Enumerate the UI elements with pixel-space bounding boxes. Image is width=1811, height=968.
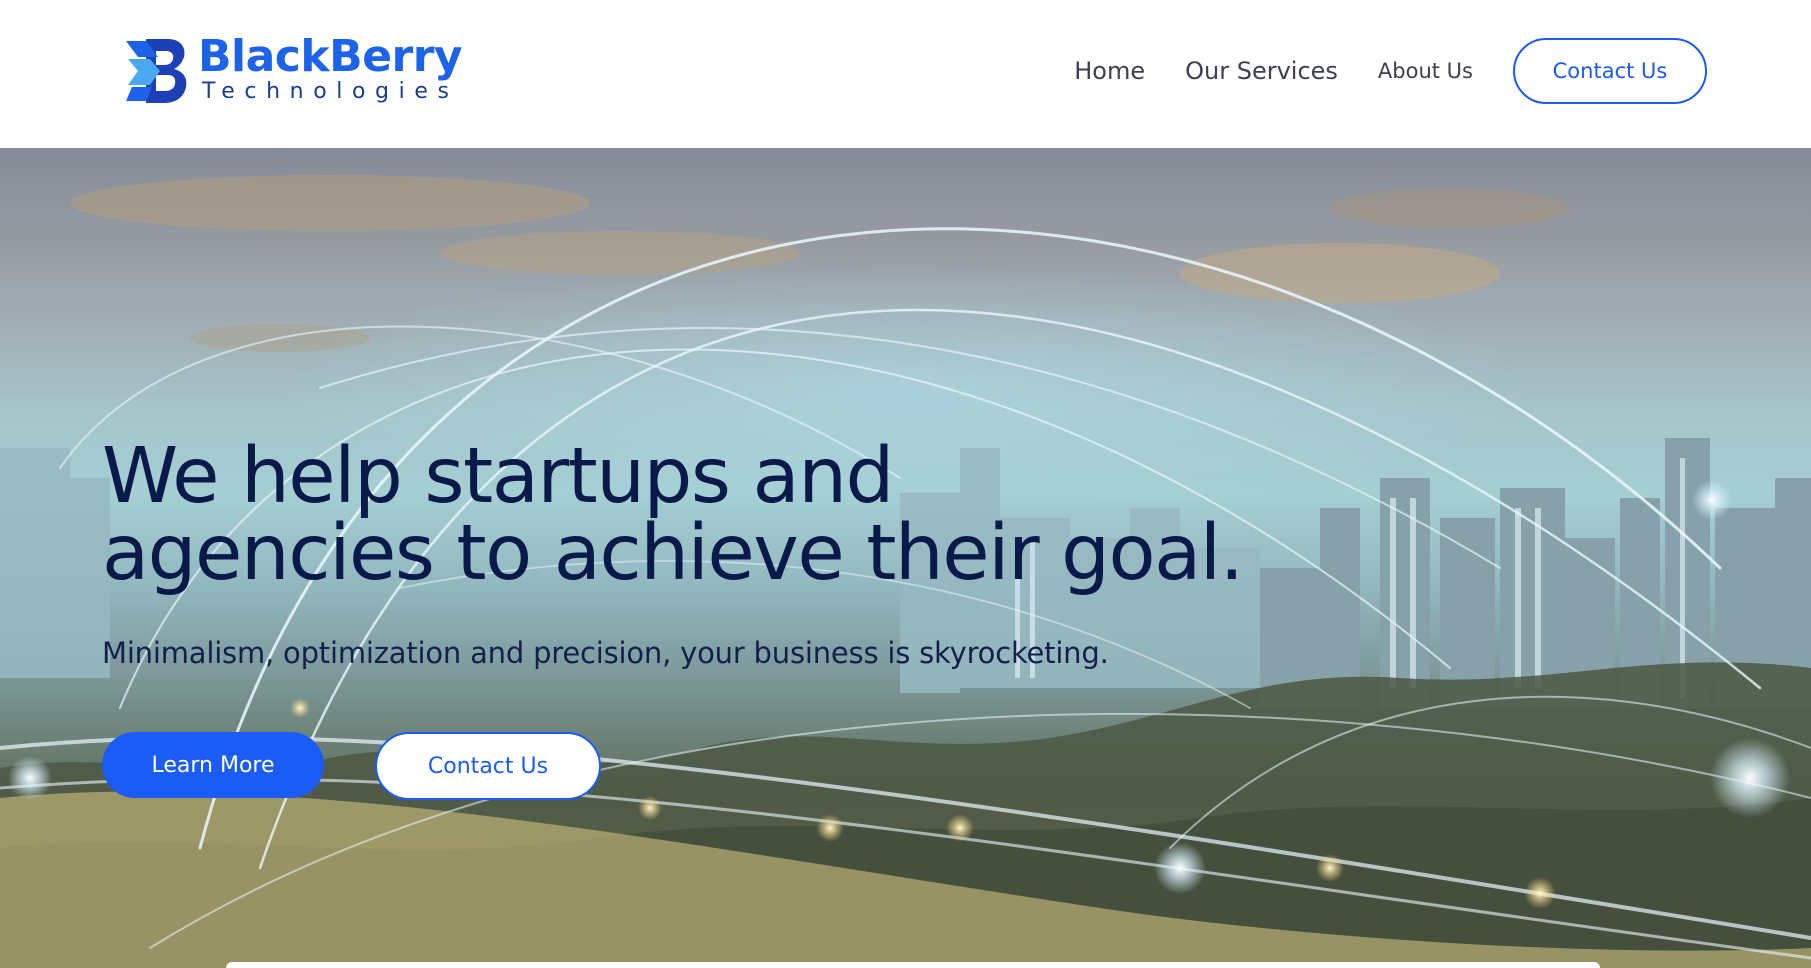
hero-section: We help startups and agencies to achieve… bbox=[0, 148, 1811, 968]
logo-name-text: BlackBerry bbox=[198, 31, 463, 82]
learn-more-button[interactable]: Learn More bbox=[102, 732, 324, 798]
brand-logo[interactable]: BlackBerry Technologies bbox=[124, 30, 464, 110]
main-nav: Home Our Services About Us Contact Us bbox=[1074, 38, 1707, 104]
nav-home-link[interactable]: Home bbox=[1074, 57, 1145, 85]
site-header: BlackBerry Technologies Home Our Service… bbox=[0, 0, 1811, 148]
nav-about-link[interactable]: About Us bbox=[1378, 59, 1473, 83]
blackberry-logo-icon bbox=[126, 39, 187, 103]
nav-services-link[interactable]: Our Services bbox=[1185, 57, 1338, 85]
hero-subtitle: Minimalism, optimization and precision, … bbox=[102, 636, 1109, 670]
hero-headline-line-2: agencies to achieve their goal. bbox=[102, 509, 1244, 598]
logo-subtitle-text: Technologies bbox=[202, 79, 459, 104]
hero-contact-button[interactable]: Contact Us bbox=[375, 732, 601, 800]
hero-headline: We help startups and agencies to achieve… bbox=[102, 438, 1402, 592]
nav-contact-button[interactable]: Contact Us bbox=[1513, 38, 1707, 104]
hero-headline-line-1: We help startups and bbox=[102, 432, 894, 521]
next-section-card-edge bbox=[226, 962, 1600, 968]
